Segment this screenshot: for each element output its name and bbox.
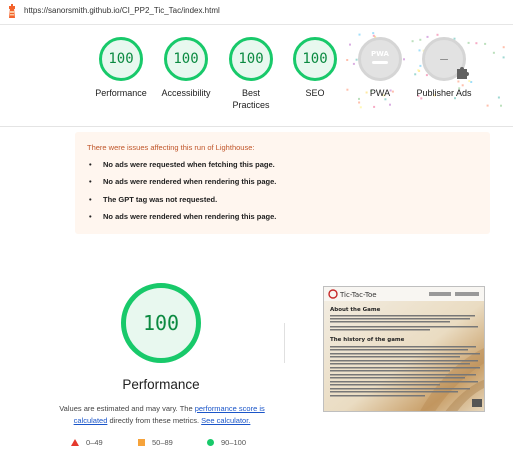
- lighthouse-icon: [9, 4, 15, 18]
- legend-pass: 90–100: [207, 438, 246, 447]
- pwa-icon: PWA: [371, 50, 390, 64]
- confetti-piece: [419, 38, 422, 41]
- svg-text:Tic-Tac-Toe: Tic-Tac-Toe: [339, 291, 377, 299]
- performance-gauge[interactable]: 100: [99, 37, 143, 81]
- page-url[interactable]: https://sanorsmith.github.io/CI_PP2_Tic_…: [24, 6, 220, 15]
- confetti-piece: [352, 62, 355, 65]
- confetti-piece: [359, 106, 362, 109]
- square-icon: [138, 439, 145, 446]
- pwa-label[interactable]: PWA: [345, 87, 415, 99]
- confetti-piece: [470, 81, 473, 83]
- seo-label[interactable]: SEO: [280, 87, 350, 99]
- circle-icon: [207, 439, 214, 446]
- seo-gauge[interactable]: 100: [293, 37, 337, 81]
- accessibility-gauge[interactable]: 100: [164, 37, 208, 81]
- confetti-piece: [475, 42, 478, 45]
- publisher-ads-label[interactable]: Publisher Ads: [409, 87, 479, 99]
- confetti-piece: [502, 46, 505, 49]
- performance-score-gauge: 100: [121, 283, 201, 363]
- url-bar: https://sanorsmith.github.io/CI_PP2_Tic_…: [0, 0, 513, 25]
- puzzle-plugin-icon: [457, 67, 469, 79]
- confetti-piece: [346, 59, 349, 61]
- confetti-piece: [417, 69, 420, 72]
- performance-description: Values are estimated and may vary. The p…: [59, 404, 265, 425]
- confetti-piece: [373, 105, 376, 108]
- warnings-title: There were issues affecting this run of …: [87, 143, 255, 152]
- svg-text:The history of the game: The history of the game: [330, 337, 405, 343]
- confetti-piece: [349, 43, 351, 46]
- see-calculator-link[interactable]: See calculator.: [201, 416, 250, 425]
- triangle-icon: [71, 439, 79, 446]
- best-practices-label[interactable]: Best Practices: [226, 87, 276, 111]
- warning-item: No ads were rendered when rendering this…: [89, 211, 276, 228]
- screenshot-image: Tic-Tac-Toe About the Game The history o…: [324, 287, 484, 411]
- accessibility-label[interactable]: Accessibility: [151, 87, 221, 99]
- confetti-piece: [358, 101, 361, 104]
- confetti-piece: [486, 104, 489, 107]
- confetti-piece: [426, 35, 429, 38]
- confetti-piece: [389, 103, 391, 106]
- svg-text:PWA: PWA: [371, 50, 390, 58]
- confetti-piece: [497, 96, 500, 99]
- confetti-piece: [414, 73, 417, 76]
- confetti-piece: [467, 41, 470, 44]
- confetti-piece: [436, 33, 439, 36]
- svg-text:About the Game: About the Game: [330, 307, 381, 313]
- pwa-badge[interactable]: PWA: [358, 37, 402, 81]
- confetti-piece: [484, 42, 487, 45]
- warning-item: No ads were requested when fetching this…: [89, 159, 276, 176]
- confetti-piece: [418, 49, 421, 52]
- warning-item: No ads were rendered when rendering this…: [89, 176, 276, 193]
- confetti-piece: [502, 56, 505, 59]
- warnings-list: No ads were requested when fetching this…: [89, 159, 276, 228]
- confetti-piece: [457, 80, 460, 83]
- confetti-piece: [492, 51, 495, 54]
- confetti-piece: [500, 104, 502, 107]
- performance-title: Performance: [122, 377, 200, 392]
- best-practices-gauge[interactable]: 100: [229, 37, 273, 81]
- confetti-piece: [372, 32, 375, 35]
- page-screenshot[interactable]: Tic-Tac-Toe About the Game The history o…: [323, 286, 485, 412]
- legend-average: 50–89: [138, 438, 173, 447]
- confetti-piece: [419, 64, 422, 67]
- section-divider: [0, 126, 513, 127]
- warning-item: The GPT tag was not requested.: [89, 194, 276, 211]
- legend-fail: 0–49: [71, 438, 103, 447]
- warnings-box: There were issues affecting this run of …: [75, 132, 490, 234]
- performance-label[interactable]: Performance: [86, 87, 156, 99]
- vertical-divider: [284, 323, 285, 363]
- confetti-piece: [468, 80, 471, 82]
- confetti-piece: [461, 84, 464, 87]
- confetti-piece: [358, 33, 361, 36]
- confetti-piece: [403, 58, 405, 61]
- confetti-piece: [411, 40, 414, 43]
